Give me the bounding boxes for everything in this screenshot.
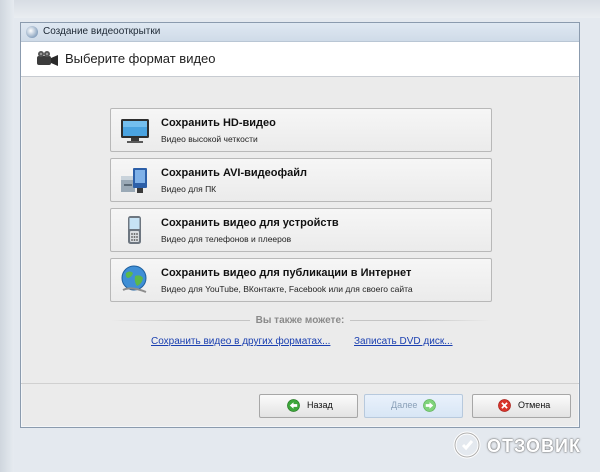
save-avi-option[interactable]: Сохранить AVI-видеофайл Видео для ПК (110, 158, 492, 202)
watermark: ОТЗОВИК (453, 430, 593, 460)
cancel-button[interactable]: Отмена (472, 394, 571, 418)
watermark-logo-icon (453, 431, 481, 459)
window-title: Создание видеооткрытки (43, 26, 161, 37)
option-subtitle: Видео для YouTube, ВКонтакте, Facebook и… (161, 284, 413, 294)
also-label-text: Вы также можете: (249, 315, 351, 326)
option-subtitle: Видео для телефонов и плееров (161, 234, 292, 244)
option-title: Сохранить видео для устройств (161, 217, 339, 229)
burn-dvd-link[interactable]: Записать DVD диск... (354, 336, 453, 347)
desktop-background-left (0, 0, 14, 472)
next-button[interactable]: Далее (364, 394, 463, 418)
page-heading: Выберите формат видео (65, 51, 216, 66)
avi-file-icon (121, 168, 147, 193)
option-title: Сохранить видео для публикации в Интерне… (161, 267, 412, 279)
dialog-window: Создание видеооткрытки Выберите формат в… (20, 22, 580, 428)
cancel-icon (498, 399, 511, 412)
option-title: Сохранить HD-видео (161, 117, 276, 129)
option-subtitle: Видео высокой четкости (161, 134, 258, 144)
save-hd-video-option[interactable]: Сохранить HD-видео Видео высокой четкост… (110, 108, 492, 152)
save-other-formats-link[interactable]: Сохранить видео в других форматах... (151, 336, 330, 347)
back-button-label: Назад (307, 400, 333, 410)
arrow-right-icon (423, 399, 436, 412)
app-icon (26, 26, 38, 38)
dialog-header: Выберите формат видео (21, 42, 579, 77)
arrow-left-icon (287, 399, 300, 412)
save-for-devices-option[interactable]: Сохранить видео для устройств Видео для … (110, 208, 492, 252)
option-subtitle: Видео для ПК (161, 184, 217, 194)
cancel-button-label: Отмена (518, 400, 551, 410)
footer-divider (21, 383, 579, 384)
save-for-internet-option[interactable]: Сохранить видео для публикации в Интерне… (110, 258, 492, 302)
mobile-phone-icon (128, 216, 141, 244)
video-camera-icon (37, 51, 58, 66)
next-button-label: Далее (391, 400, 418, 410)
title-bar[interactable]: Создание видеооткрытки (21, 23, 579, 42)
globe-icon (121, 265, 147, 293)
also-section-label: Вы также можете: (21, 315, 579, 326)
option-title: Сохранить AVI-видеофайл (161, 167, 307, 179)
tv-icon (121, 119, 149, 143)
watermark-text: ОТЗОВИК (487, 436, 581, 456)
desktop-background-top (0, 0, 600, 18)
back-button[interactable]: Назад (259, 394, 358, 418)
